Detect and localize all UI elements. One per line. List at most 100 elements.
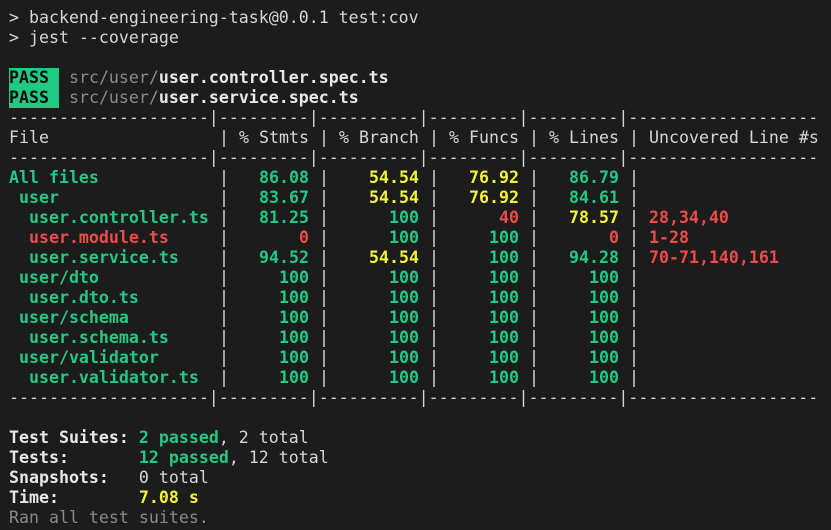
header-branch: % Branch	[339, 128, 419, 147]
table-row: user/schema | | | | | 100 100 100 100	[9, 308, 639, 327]
row-stmts-value: 94.52	[259, 248, 309, 267]
row-stmts-value: 81.25	[259, 208, 309, 227]
row-lines-value: 94.28	[569, 248, 619, 267]
row-stmts-value: 100	[279, 268, 309, 287]
summary-label: Time:	[9, 488, 59, 507]
row-stmts-value: 0	[299, 228, 309, 247]
pass-badge: PASS	[9, 68, 59, 88]
table-row: user.service.ts | | | | | 94.52 54.54 100 94.28 70…	[9, 248, 779, 267]
row-funcs-value: 100	[489, 228, 519, 247]
row-branch-value: 100	[389, 328, 419, 347]
table-separator: --------------------|---------|---------…	[9, 108, 819, 127]
row-file-name: user.service.ts	[9, 248, 179, 267]
test-file-name: user.controller.spec.ts	[158, 68, 389, 87]
row-file-name: user/schema	[9, 308, 129, 327]
row-lines-value: 100	[589, 328, 619, 347]
row-branch-value: 100	[389, 208, 419, 227]
summary-total: , 12 total	[228, 448, 329, 467]
table-row: All files | | | | | 86.08 54.54 76.92 86.79	[9, 168, 639, 187]
header-uncovered: Uncovered Line #s	[649, 128, 819, 147]
row-stmts-value: 83.67	[259, 188, 309, 207]
row-funcs-value: 76.92	[469, 188, 519, 207]
summary-value: 0 total	[138, 468, 209, 487]
row-file-name: user.controller.ts	[9, 208, 209, 227]
row-file-name: user.schema.ts	[9, 328, 169, 347]
summary-label: Tests:	[9, 448, 69, 467]
command-line-1: > backend-engineering-task@0.0.1 test:co…	[9, 8, 419, 27]
table-row: user.dto.ts | | | | | 100 100 100 100	[9, 288, 639, 307]
row-lines-value: 100	[589, 348, 619, 367]
row-funcs-value: 100	[489, 328, 519, 347]
row-funcs-value: 100	[489, 288, 519, 307]
row-lines-value: 100	[589, 308, 619, 327]
summary-label: Test Suites:	[9, 428, 129, 447]
row-file-name: user.module.ts	[9, 228, 169, 247]
table-separator: --------------------|---------|---------…	[9, 148, 819, 167]
test-file-dir: src/user/	[68, 68, 159, 87]
row-branch-value: 54.54	[369, 248, 419, 267]
row-funcs-value: 100	[489, 268, 519, 287]
row-file-name: user.validator.ts	[9, 368, 199, 387]
row-file-name: All files	[9, 168, 99, 187]
table-row: user/dto | | | | | 100 100 100 100	[9, 268, 639, 287]
row-funcs-value: 76.92	[469, 168, 519, 187]
row-funcs-value: 100	[489, 368, 519, 387]
test-result-row: PASS src/user/user.service.spec.ts	[9, 88, 359, 108]
header-file: File	[9, 128, 49, 147]
row-lines-value: 78.57	[569, 208, 619, 227]
row-stmts-value: 100	[279, 288, 309, 307]
summary-footer: Ran all test suites.	[9, 508, 209, 527]
row-lines-value: 100	[589, 268, 619, 287]
test-result-row: PASS src/user/user.controller.spec.ts	[9, 68, 389, 88]
row-lines-value: 0	[609, 228, 619, 247]
row-branch-value: 54.54	[369, 168, 419, 187]
table-header-row: File | % Stmts | % Branch | % Funcs | % …	[9, 128, 819, 147]
row-uncovered-lines: 70-71,140,161	[649, 248, 779, 267]
summary-passed: 2 passed	[138, 428, 219, 447]
header-lines: % Lines	[549, 128, 619, 147]
row-lines-value: 86.79	[569, 168, 619, 187]
table-row: user.controller.ts | | | | | 81.25 100 40 78.57 28…	[9, 208, 729, 227]
table-separator: --------------------|---------|---------…	[9, 388, 819, 407]
test-file-name: user.service.spec.ts	[158, 88, 359, 107]
row-stmts-value: 100	[279, 308, 309, 327]
row-branch-value: 54.54	[369, 188, 419, 207]
header-stmts: % Stmts	[239, 128, 309, 147]
table-row: user.validator.ts | | | | | 100 100 100 100	[9, 368, 639, 387]
table-row: user | | | | | 83.67 54.54 76.92 84.61	[9, 188, 639, 207]
row-lines-value: 100	[589, 368, 619, 387]
row-branch-value: 100	[389, 228, 419, 247]
row-file-name: user/dto	[9, 268, 99, 287]
row-branch-value: 100	[389, 308, 419, 327]
terminal-window: > backend-engineering-task@0.0.1 test:co…	[0, 0, 831, 530]
row-file-name: user.dto.ts	[9, 288, 139, 307]
summary-suites: Test Suites: 2 passed, 2 total	[9, 428, 309, 448]
row-funcs-value: 100	[489, 248, 519, 267]
row-branch-value: 100	[389, 268, 419, 287]
row-branch-value: 100	[389, 348, 419, 367]
table-row: user.module.ts | | | | | 0 100 100 0 1-28	[9, 228, 689, 247]
header-funcs: % Funcs	[449, 128, 519, 147]
row-funcs-value: 40	[499, 208, 519, 227]
row-file-name: user/validator	[9, 348, 159, 367]
summary-value: 7.08 s	[138, 488, 199, 507]
row-branch-value: 100	[389, 288, 419, 307]
row-file-name: user	[9, 188, 59, 207]
summary-time: Time: 7.08 s	[9, 488, 199, 508]
summary-tests: Tests: 12 passed, 12 total	[9, 448, 329, 468]
command-line-2: > jest --coverage	[9, 28, 179, 47]
summary-total: , 2 total	[218, 428, 309, 447]
row-lines-value: 84.61	[569, 188, 619, 207]
row-uncovered-lines: 28,34,40	[649, 208, 729, 227]
row-stmts-value: 100	[279, 328, 309, 347]
row-lines-value: 100	[589, 288, 619, 307]
summary-snapshots: Snapshots: 0 total	[9, 468, 209, 488]
row-funcs-value: 100	[489, 348, 519, 367]
pass-badge: PASS	[9, 88, 59, 108]
table-row: user.schema.ts | | | | | 100 100 100 100	[9, 328, 639, 347]
row-uncovered-lines: 1-28	[649, 228, 689, 247]
row-stmts-value: 86.08	[259, 168, 309, 187]
row-branch-value: 100	[389, 368, 419, 387]
table-row: user/validator | | | | | 100 100 100 100	[9, 348, 639, 367]
row-funcs-value: 100	[489, 308, 519, 327]
